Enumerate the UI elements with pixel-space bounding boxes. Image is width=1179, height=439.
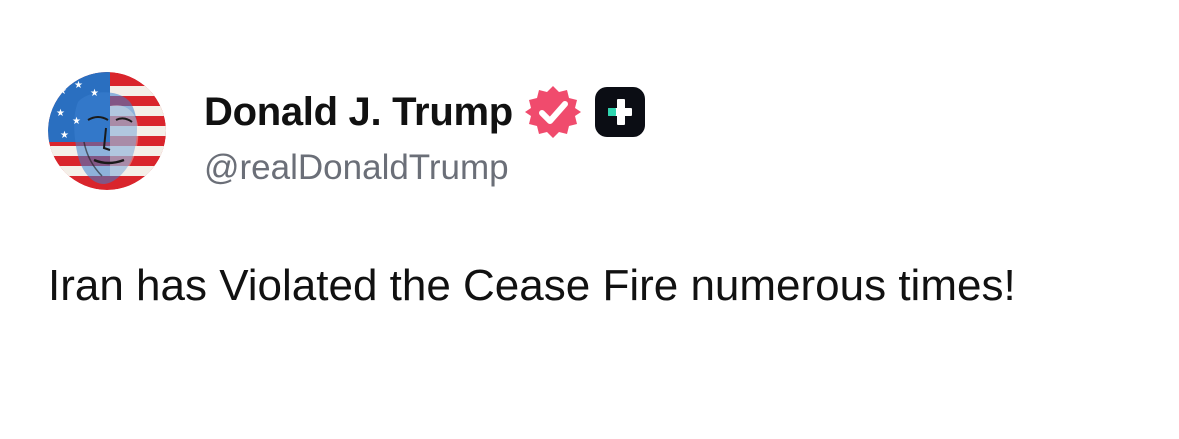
post-text: Iran has Violated the Cease Fire numerou…: [48, 261, 1016, 310]
svg-text:★: ★: [58, 86, 67, 97]
svg-text:★: ★: [56, 108, 65, 119]
avatar[interactable]: ★ ★ ★ ★ ★ ★: [48, 72, 166, 190]
svg-text:★: ★: [60, 130, 69, 141]
avatar-image: ★ ★ ★ ★ ★ ★: [48, 72, 166, 190]
author-name-row: Donald J. Trump: [204, 84, 645, 140]
author-handle[interactable]: @realDonaldTrump: [204, 148, 509, 188]
verified-badge-icon: [524, 84, 581, 140]
svg-text:★: ★: [74, 80, 83, 91]
author-display-name[interactable]: Donald J. Trump: [204, 90, 513, 135]
svg-text:★: ★: [90, 88, 99, 99]
post-card: ★ ★ ★ ★ ★ ★ Donald J. Trump @realDonaldT…: [0, 0, 1179, 439]
plus-badge-icon: [594, 87, 645, 137]
svg-text:★: ★: [72, 116, 81, 127]
